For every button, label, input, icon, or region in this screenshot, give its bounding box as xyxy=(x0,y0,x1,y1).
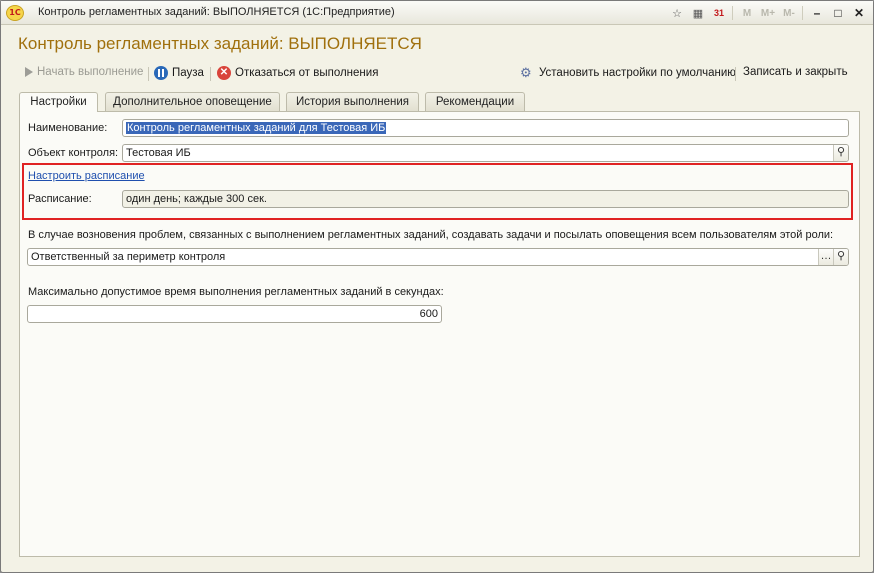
title-bar: 1C Контроль регламентных заданий: ВЫПОЛН… xyxy=(1,1,873,25)
role-field-value: Ответственный за периметр контроля xyxy=(31,251,226,263)
object-field-value: Тестовая ИБ xyxy=(126,147,191,159)
tab-execution-history[interactable]: История выполнения xyxy=(286,92,419,111)
start-button-label: Начать выполнение xyxy=(37,66,144,78)
max-time-label: Максимально допустимое время выполнения … xyxy=(28,286,444,298)
maximize-icon[interactable]: □ xyxy=(828,4,848,22)
tab-settings[interactable]: Настройки xyxy=(19,92,98,112)
memory-m-button[interactable]: M xyxy=(737,4,757,22)
name-label: Наименование: xyxy=(28,122,108,134)
minimize-icon[interactable]: – xyxy=(807,4,827,22)
search-icon[interactable]: ⚲ xyxy=(833,145,848,161)
command-bar: Начать выполнение Пауза ✕ Отказаться от … xyxy=(21,64,853,84)
set-defaults-button[interactable]: ⚙ Установить настройки по умолчанию xyxy=(520,66,736,80)
name-field[interactable]: Контроль регламентных заданий для Тестов… xyxy=(122,119,849,137)
schedule-field: один день; каждые 300 сек. xyxy=(122,190,849,208)
schedule-field-value: один день; каждые 300 сек. xyxy=(126,193,267,205)
save-and-close-label: Записать и закрыть xyxy=(743,66,848,78)
window-title: Контроль регламентных заданий: ВЫПОЛНЯЕТ… xyxy=(38,6,395,18)
tab-recommendations[interactable]: Рекомендации xyxy=(425,92,525,111)
pause-button[interactable]: Пауза xyxy=(154,66,204,80)
pause-icon xyxy=(154,66,168,80)
memory-minus-button[interactable]: M- xyxy=(779,4,799,22)
favorites-icon[interactable]: ☆ xyxy=(667,4,687,22)
role-field[interactable]: Ответственный за периметр контроля … ⚲ xyxy=(27,248,849,266)
divider xyxy=(802,6,803,20)
name-field-value: Контроль регламентных заданий для Тестов… xyxy=(126,122,387,134)
calculator-icon[interactable]: ▦ xyxy=(688,4,708,22)
max-time-field[interactable]: 600 xyxy=(27,305,442,323)
close-icon[interactable]: ✕ xyxy=(849,4,869,22)
form-title: Контроль регламентных заданий: ВЫПОЛНЯЕТ… xyxy=(18,34,422,53)
max-time-value: 600 xyxy=(419,308,438,320)
memory-plus-button[interactable]: M+ xyxy=(758,4,778,22)
schedule-label: Расписание: xyxy=(28,193,92,205)
gear-icon: ⚙ xyxy=(520,65,532,80)
select-button[interactable]: … xyxy=(818,249,833,265)
pause-button-label: Пауза xyxy=(172,67,204,79)
save-and-close-button[interactable]: Записать и закрыть xyxy=(743,66,848,78)
search-icon[interactable]: ⚲ xyxy=(833,249,848,265)
start-button[interactable]: Начать выполнение xyxy=(25,66,143,78)
configure-schedule-link[interactable]: Настроить расписание xyxy=(28,170,145,182)
tab-additional-notification[interactable]: Дополнительное оповещение xyxy=(105,92,280,111)
divider xyxy=(210,67,211,81)
cancel-button-label: Отказаться от выполнения xyxy=(235,67,379,79)
role-prompt: В случае возновения проблем, связанных с… xyxy=(28,229,834,241)
set-defaults-label: Установить настройки по умолчанию xyxy=(539,67,736,79)
object-label: Объект контроля: xyxy=(28,147,119,159)
title-bar-tools: ☆ ▦ 31 M M+ M- – □ ✕ xyxy=(666,4,869,22)
cancel-execution-button[interactable]: ✕ Отказаться от выполнения xyxy=(217,66,378,80)
divider xyxy=(732,6,733,20)
app-window: 1C Контроль регламентных заданий: ВЫПОЛН… xyxy=(0,0,874,573)
divider xyxy=(148,67,149,81)
divider xyxy=(735,67,736,81)
calendar-icon[interactable]: 31 xyxy=(709,4,729,22)
object-field[interactable]: Тестовая ИБ ⚲ xyxy=(122,144,849,162)
play-icon xyxy=(25,67,33,77)
app-logo-icon[interactable]: 1C xyxy=(6,5,24,21)
cancel-icon: ✕ xyxy=(217,66,231,80)
